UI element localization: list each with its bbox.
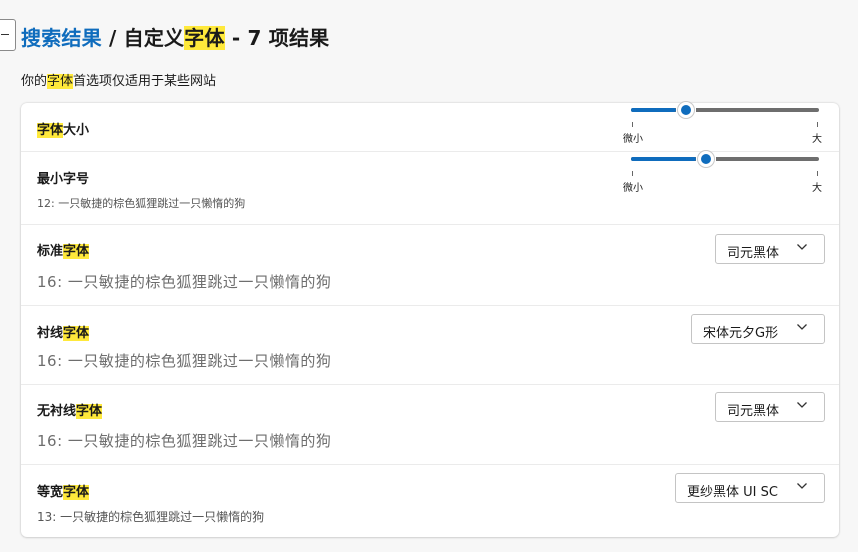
title-highlight: 字体 [184,26,225,50]
chevron-down-icon [797,402,807,408]
title-suffix: - 7 项结果 [224,26,330,50]
label-prefix: 等宽 [37,485,64,500]
font-size-row: 字体大小 微小 大 [21,102,839,152]
standard-font-select[interactable]: 司元黑体 [715,234,825,264]
label-prefix: 标准 [37,244,64,259]
sans-serif-font-label: 无衬线字体 [37,400,103,419]
label-prefix: 衬线 [37,326,64,341]
serif-font-sample: 16: 一只敏捷的棕色狐狸跳过一只懒惰的狗 [37,352,332,370]
slider-tick-max [817,122,818,127]
font-size-label: 字体大小 [37,119,89,138]
label-highlight: 字体 [63,244,90,259]
subtitle-highlight: 字体 [47,74,74,89]
slider-tick-max [817,171,818,176]
slider-min-label: 微小 [623,134,643,145]
sans-serif-font-row: 无衬线字体 16: 一只敏捷的棕色狐狸跳过一只懒惰的狗 司元黑体 [21,384,839,465]
slider-tick-min [632,171,633,176]
label-highlight: 字体 [63,485,90,500]
standard-font-label: 标准字体 [37,240,90,259]
font-settings-card: 字体大小 微小 大 最小字号 12: 一只敏捷的棕色狐狸跳过一只懒惰的狗 微小 … [21,102,839,537]
min-font-size-label: 最小字号 [37,172,90,187]
slider-max-label: 大 [812,183,822,194]
select-value: 更纱黑体 UI SC [687,485,778,500]
slider-fill [631,157,696,161]
arrow-left-icon [1,34,9,35]
page-title: 搜索结果 / 自定义字体 - 7 项结果 [21,22,329,51]
label-highlight: 字体 [63,326,90,341]
standard-font-sample: 16: 一只敏捷的棕色狐狸跳过一只懒惰的狗 [37,273,332,291]
standard-font-row: 标准字体 16: 一只敏捷的棕色狐狸跳过一只懒惰的狗 司元黑体 [21,224,839,306]
label-highlight: 字体 [37,123,64,138]
monospace-font-row: 等宽字体 13: 一只敏捷的棕色狐狸跳过一只懒惰的狗 更纱黑体 UI SC [21,464,839,537]
subtitle-prefix: 你的 [21,74,48,89]
select-value: 宋体元夕G形 [703,326,779,341]
breadcrumb-search-results-link[interactable]: 搜索结果 [21,26,102,50]
slider-thumb[interactable] [678,102,694,118]
serif-font-row: 衬线字体 16: 一只敏捷的棕色狐狸跳过一只懒惰的狗 宋体元夕G形 [21,305,839,385]
slider-thumb[interactable] [698,151,714,167]
back-button[interactable] [0,19,16,51]
monospace-font-select[interactable]: 更纱黑体 UI SC [675,473,825,503]
min-font-size-sample: 12: 一只敏捷的棕色狐狸跳过一只懒惰的狗 [37,197,246,210]
sans-serif-font-select[interactable]: 司元黑体 [715,392,825,422]
font-size-slider[interactable]: 微小 大 [623,102,822,145]
slider-tick-min [632,122,633,127]
min-font-size-row: 最小字号 12: 一只敏捷的棕色狐狸跳过一只懒惰的狗 微小 大 [21,151,839,225]
chevron-down-icon [797,244,807,250]
chevron-down-icon [797,483,807,489]
label-highlight: 字体 [76,404,103,419]
select-value: 司元黑体 [727,246,780,261]
serif-font-select[interactable]: 宋体元夕G形 [691,314,825,344]
subtitle-suffix: 首选项仅适用于某些网站 [73,74,217,89]
select-value: 司元黑体 [727,404,780,419]
page-subtitle: 你的字体首选项仅适用于某些网站 [21,70,216,89]
monospace-font-sample: 13: 一只敏捷的棕色狐狸跳过一只懒惰的狗 [37,510,265,524]
label-suffix: 大小 [63,123,90,138]
monospace-font-label: 等宽字体 [37,481,90,500]
label-prefix: 无衬线 [37,404,77,419]
min-font-size-slider[interactable]: 微小 大 [623,151,822,194]
serif-font-label: 衬线字体 [37,322,90,341]
title-prefix: 自定义 [123,26,185,50]
slider-min-label: 微小 [623,183,643,194]
slider-max-label: 大 [812,134,822,145]
sans-serif-font-sample: 16: 一只敏捷的棕色狐狸跳过一只懒惰的狗 [37,432,332,450]
chevron-down-icon [797,324,807,330]
breadcrumb-separator: / [101,26,124,50]
slider-fill [631,108,676,112]
